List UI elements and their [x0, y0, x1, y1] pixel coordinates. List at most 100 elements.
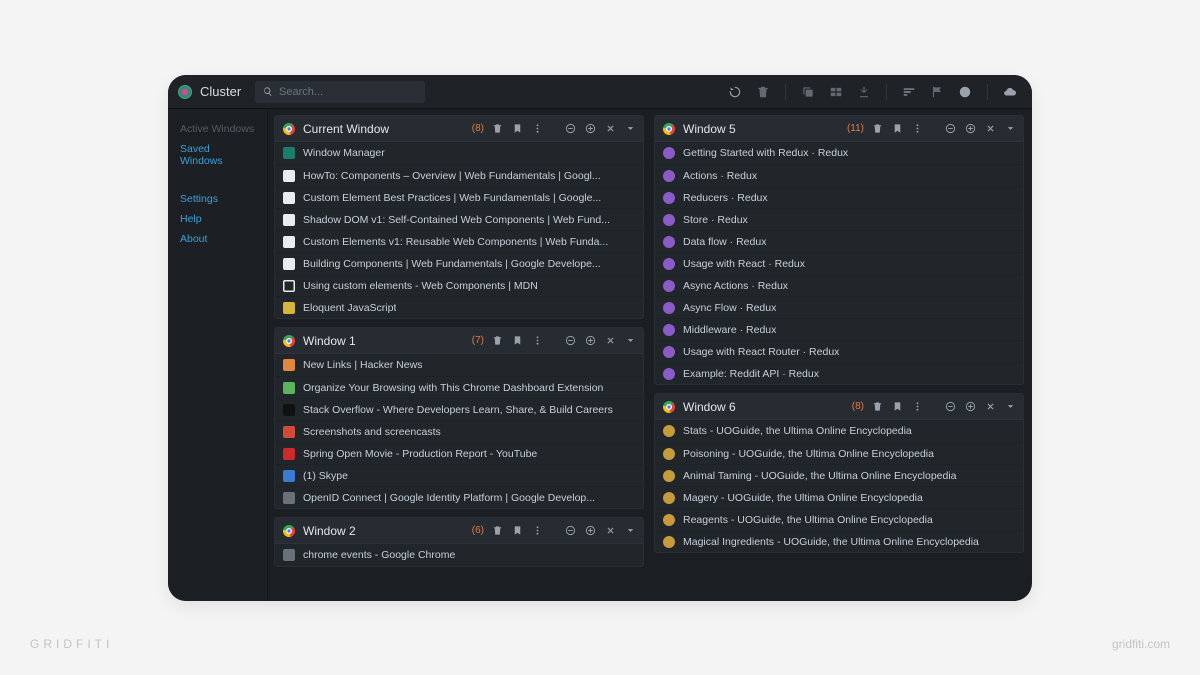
tab-row[interactable]: Example: Reddit API · Redux — [655, 362, 1023, 384]
panel-close-icon[interactable] — [604, 334, 617, 347]
panel-plus-icon[interactable] — [584, 334, 597, 347]
tab-row[interactable]: Middleware · Redux — [655, 318, 1023, 340]
panel-minus-icon[interactable] — [564, 122, 577, 135]
panel-collapse-icon[interactable] — [624, 122, 637, 135]
panel-trash-icon[interactable] — [491, 524, 504, 537]
panel-collapse-icon[interactable] — [624, 524, 637, 537]
panel-trash-icon[interactable] — [871, 400, 884, 413]
tab-row[interactable]: Custom Elements v1: Reusable Web Compone… — [275, 230, 643, 252]
panel-header[interactable]: Window 6 (8) — [655, 394, 1023, 420]
panel-header[interactable]: Current Window (8) — [275, 116, 643, 142]
tab-row[interactable]: Async Actions · Redux — [655, 274, 1023, 296]
tab-title: Getting Started with Redux · Redux — [683, 147, 848, 159]
tab-row[interactable]: Screenshots and screencasts — [275, 420, 643, 442]
theme-icon[interactable] — [957, 84, 973, 100]
tab-row[interactable]: Custom Element Best Practices | Web Fund… — [275, 186, 643, 208]
panel-more-icon[interactable] — [531, 334, 544, 347]
tab-row[interactable]: Usage with React · Redux — [655, 252, 1023, 274]
panel-close-icon[interactable] — [984, 122, 997, 135]
search-box[interactable] — [255, 81, 425, 103]
panel-more-icon[interactable] — [531, 524, 544, 537]
panel-close-icon[interactable] — [604, 122, 617, 135]
panel-trash-icon[interactable] — [491, 334, 504, 347]
tab-row[interactable]: Eloquent JavaScript — [275, 296, 643, 318]
panel-header[interactable]: Window 1 (7) — [275, 328, 643, 354]
tab-row[interactable]: Using custom elements - Web Components |… — [275, 274, 643, 296]
tab-row[interactable]: Async Flow · Redux — [655, 296, 1023, 318]
panel-more-icon[interactable] — [911, 400, 924, 413]
panel-plus-icon[interactable] — [584, 524, 597, 537]
tab-row[interactable]: Usage with React Router · Redux — [655, 340, 1023, 362]
tab-row[interactable]: Magery - UOGuide, the Ultima Online Ency… — [655, 486, 1023, 508]
panel-header[interactable]: Window 5 (11) — [655, 116, 1023, 142]
favicon-icon — [283, 448, 295, 460]
tab-row[interactable]: Stack Overflow - Where Developers Learn,… — [275, 398, 643, 420]
tab-row[interactable]: Magical Ingredients - UOGuide, the Ultim… — [655, 530, 1023, 552]
undo-icon[interactable] — [727, 84, 743, 100]
panel-title: Window 1 — [303, 334, 356, 348]
panel-more-icon[interactable] — [911, 122, 924, 135]
search-input[interactable] — [279, 86, 417, 98]
favicon-icon — [663, 192, 675, 204]
panel-plus-icon[interactable] — [964, 400, 977, 413]
tab-row[interactable]: Animal Taming - UOGuide, the Ultima Onli… — [655, 464, 1023, 486]
tab-row[interactable]: OpenID Connect | Google Identity Platfor… — [275, 486, 643, 508]
merge-icon[interactable] — [856, 84, 872, 100]
panel-minus-icon[interactable] — [944, 122, 957, 135]
panel-collapse-icon[interactable] — [624, 334, 637, 347]
panel-bookmark-icon[interactable] — [511, 334, 524, 347]
tab-row[interactable]: Window Manager — [275, 142, 643, 164]
tab-row[interactable]: Building Components | Web Fundamentals |… — [275, 252, 643, 274]
tab-row[interactable]: (1) Skype — [275, 464, 643, 486]
panel-collapse-icon[interactable] — [1004, 122, 1017, 135]
separator — [987, 84, 988, 100]
flag-icon[interactable] — [929, 84, 945, 100]
tab-row[interactable]: Actions · Redux — [655, 164, 1023, 186]
panel-bookmark-icon[interactable] — [891, 122, 904, 135]
tab-row[interactable]: Reagents - UOGuide, the Ultima Online En… — [655, 508, 1023, 530]
panel-header[interactable]: Window 2 (6) — [275, 518, 643, 544]
panel-bookmark-icon[interactable] — [891, 400, 904, 413]
sidebar-item-settings[interactable]: Settings — [168, 189, 267, 209]
duplicate-icon[interactable] — [800, 84, 816, 100]
trash-icon[interactable] — [755, 84, 771, 100]
panel-collapse-icon[interactable] — [1004, 400, 1017, 413]
panel-trash-icon[interactable] — [491, 122, 504, 135]
sidebar-item-about[interactable]: About — [168, 229, 267, 249]
favicon-icon — [283, 302, 295, 314]
panel-close-icon[interactable] — [984, 400, 997, 413]
panel-more-icon[interactable] — [531, 122, 544, 135]
panel-minus-icon[interactable] — [564, 524, 577, 537]
panel-trash-icon[interactable] — [871, 122, 884, 135]
tab-row[interactable]: Data flow · Redux — [655, 230, 1023, 252]
panel-plus-icon[interactable] — [964, 122, 977, 135]
favicon-icon — [663, 324, 675, 336]
window-panel: Window 1 (7) New Links | Hacker News Org… — [274, 327, 644, 509]
panel-close-icon[interactable] — [604, 524, 617, 537]
panel-bookmark-icon[interactable] — [511, 524, 524, 537]
favicon-icon — [663, 368, 675, 380]
panel-bookmark-icon[interactable] — [511, 122, 524, 135]
windows-icon[interactable] — [828, 84, 844, 100]
tab-row[interactable]: Poisoning - UOGuide, the Ultima Online E… — [655, 442, 1023, 464]
panel-plus-icon[interactable] — [584, 122, 597, 135]
sort-icon[interactable] — [901, 84, 917, 100]
tab-row[interactable]: Spring Open Movie - Production Report - … — [275, 442, 643, 464]
tab-title: Poisoning - UOGuide, the Ultima Online E… — [683, 448, 934, 460]
tab-row[interactable]: New Links | Hacker News — [275, 354, 643, 376]
tab-title: Custom Element Best Practices | Web Fund… — [303, 192, 601, 204]
tab-row[interactable]: Getting Started with Redux · Redux — [655, 142, 1023, 164]
tab-row[interactable]: HowTo: Components – Overview | Web Funda… — [275, 164, 643, 186]
tab-row[interactable]: Organize Your Browsing with This Chrome … — [275, 376, 643, 398]
sidebar-item-help[interactable]: Help — [168, 209, 267, 229]
panel-minus-icon[interactable] — [564, 334, 577, 347]
panel-minus-icon[interactable] — [944, 400, 957, 413]
tab-row[interactable]: Store · Redux — [655, 208, 1023, 230]
tab-row[interactable]: chrome events - Google Chrome — [275, 544, 643, 566]
tab-row[interactable]: Reducers · Redux — [655, 186, 1023, 208]
tab-row[interactable]: Stats - UOGuide, the Ultima Online Encyc… — [655, 420, 1023, 442]
sidebar-item-saved[interactable]: Saved Windows — [168, 139, 267, 171]
cloud-icon[interactable] — [1002, 84, 1018, 100]
favicon-icon — [663, 448, 675, 460]
tab-row[interactable]: Shadow DOM v1: Self-Contained Web Compon… — [275, 208, 643, 230]
